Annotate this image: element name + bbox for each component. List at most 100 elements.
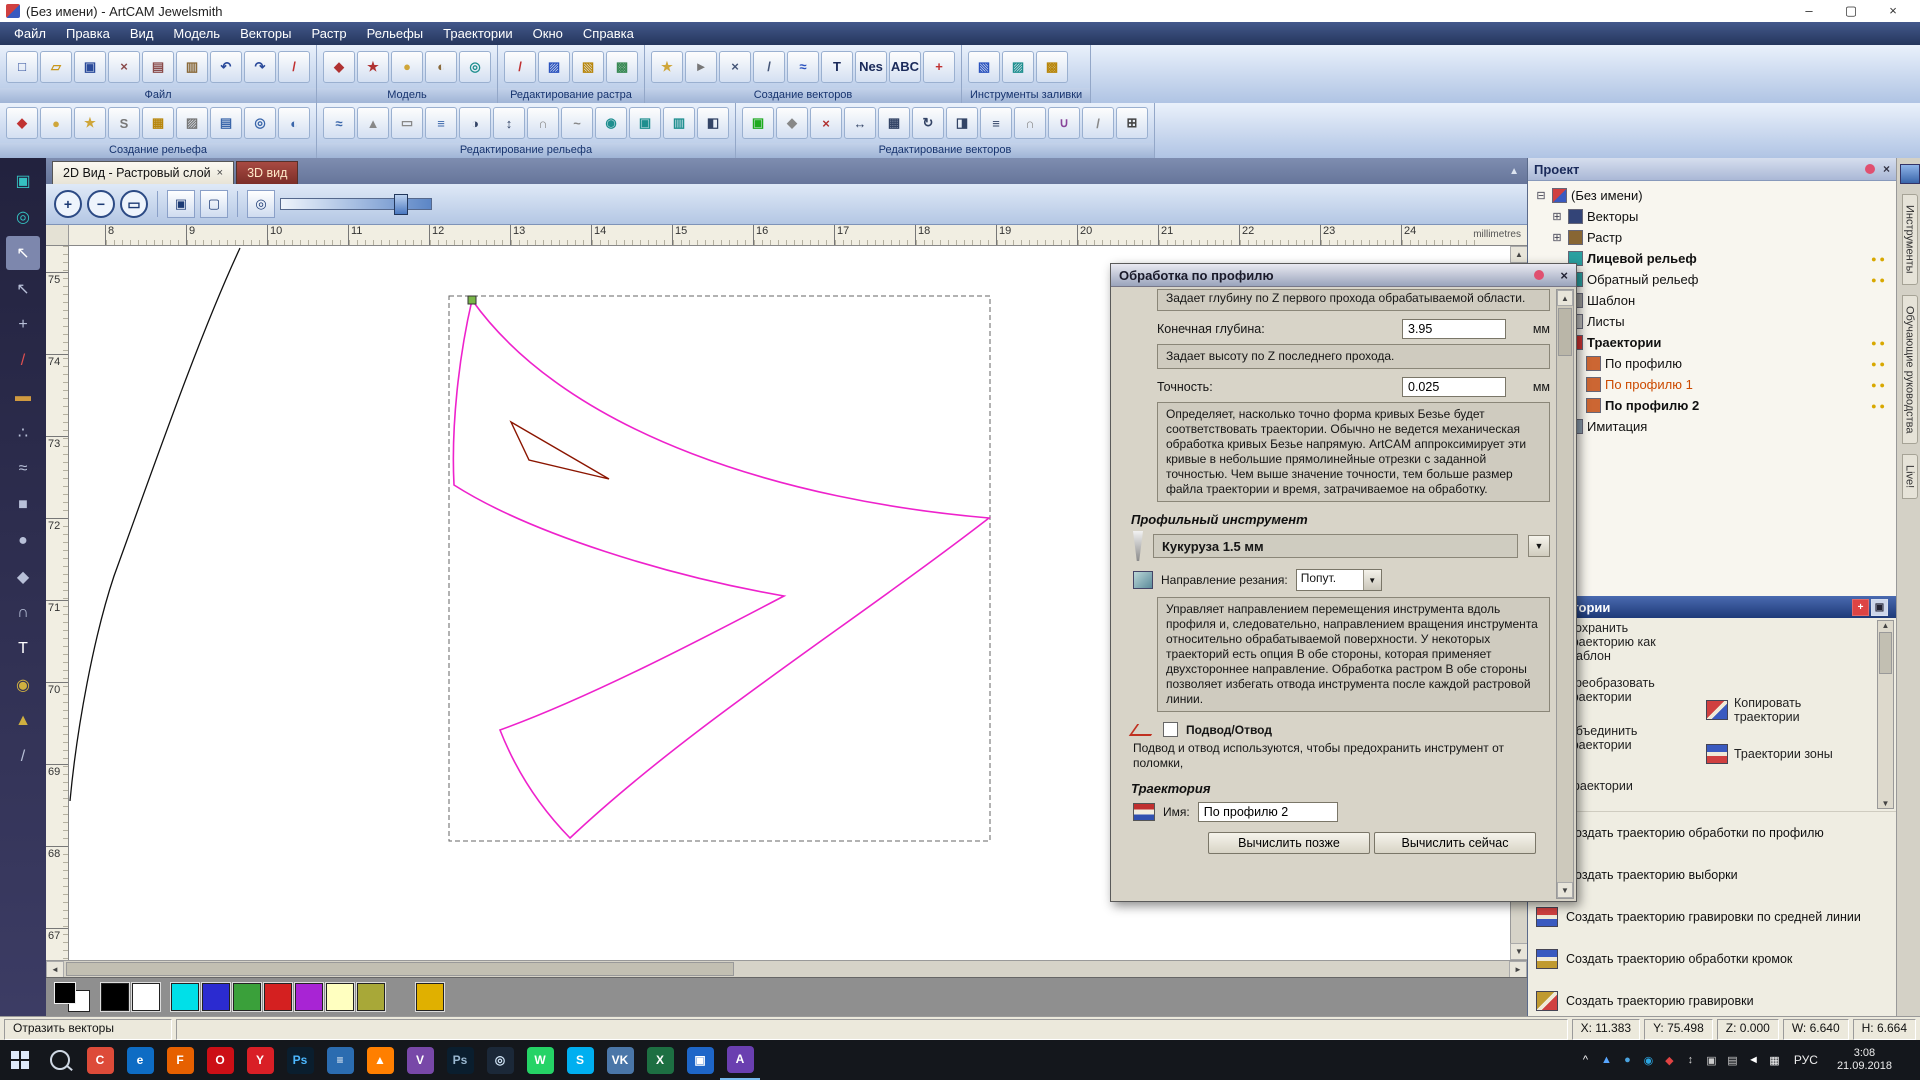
menu-item[interactable]: Векторы (230, 23, 301, 44)
toolbar-icon[interactable]: ⊞ (1116, 107, 1148, 139)
toolbar-icon[interactable]: ∩ (1014, 107, 1046, 139)
tab-2d-view[interactable]: 2D Вид - Растровый слой × (52, 161, 234, 184)
color-swatch[interactable] (101, 983, 129, 1011)
left-tool-icon[interactable]: + (6, 308, 40, 342)
tabs-pin-icon[interactable]: ▲ (1509, 166, 1519, 177)
toolbar-icon[interactable]: ↔ (844, 107, 876, 139)
toolbar-icon[interactable]: ▨ (1002, 51, 1034, 83)
tree-item[interactable]: ⊞ Растр (1528, 227, 1896, 248)
left-tool-icon[interactable]: ≈ (6, 452, 40, 486)
toolbar-icon[interactable]: ▣ (629, 107, 661, 139)
magenta-vector-shape[interactable] (453, 300, 989, 838)
color-swatch[interactable] (132, 983, 160, 1011)
toolbar-icon[interactable]: ↻ (912, 107, 944, 139)
edge-tab-tools[interactable]: Инструменты (1902, 194, 1918, 285)
left-tool-icon[interactable]: / (6, 344, 40, 378)
left-tool-icon[interactable]: ◆ (6, 560, 40, 594)
toolpath-operation-item[interactable]: Создать траекторию обработки по профилю (1528, 812, 1896, 854)
toolbar-icon[interactable]: ▤ (210, 107, 242, 139)
toolbar-icon[interactable]: ≡ (425, 107, 457, 139)
calculate-now-button[interactable]: Вычислить сейчас (1374, 832, 1536, 854)
toolbar-icon[interactable]: + (923, 51, 955, 83)
visibility-bulbs-icon[interactable]: ●● (1871, 275, 1888, 285)
final-depth-input[interactable] (1402, 319, 1506, 339)
toolpath-list-item[interactable]: Копировать траектории (1706, 688, 1856, 732)
visibility-bulbs-icon[interactable]: ●● (1871, 401, 1888, 411)
scroll-left-icon[interactable]: ◄ (46, 961, 64, 978)
toolbar-icon[interactable]: ▦ (878, 107, 910, 139)
toolbar-icon[interactable]: ● (391, 51, 423, 83)
taskbar-app[interactable]: F (160, 1040, 200, 1080)
toolbar-icon[interactable]: ◉ (595, 107, 627, 139)
pin-icon[interactable] (1534, 270, 1544, 280)
spline-curve[interactable] (70, 248, 240, 801)
visibility-bulbs-icon[interactable]: ●● (1871, 359, 1888, 369)
taskbar-app[interactable]: X (640, 1040, 680, 1080)
tree-item[interactable]: ⊞ Обратный рельеф ●● (1528, 269, 1896, 290)
taskbar-app[interactable]: VK (600, 1040, 640, 1080)
tree-item[interactable]: По профилю 2 ●● (1528, 395, 1896, 416)
toolbar-icon[interactable]: ◆ (6, 107, 38, 139)
toolpath-list-scrollbar[interactable]: ▲ ▼ (1877, 620, 1894, 809)
toolbar-icon[interactable]: ▭ (391, 107, 423, 139)
tab-close-icon[interactable]: × (217, 167, 223, 179)
taskbar-app[interactable]: ◎ (480, 1040, 520, 1080)
menu-item[interactable]: Вид (120, 23, 164, 44)
zoom-page-icon[interactable]: ▢ (200, 190, 228, 218)
toolbar-icon[interactable]: / (504, 51, 536, 83)
selection-bounds[interactable] (449, 296, 990, 841)
toolpath-operation-item[interactable]: Создать траекторию выборки (1528, 854, 1896, 896)
taskbar-app[interactable]: O (200, 1040, 240, 1080)
select-tool-button[interactable]: ▼ (1528, 535, 1550, 557)
toolbar-icon[interactable]: ≈ (323, 107, 355, 139)
tree-expander-icon[interactable]: ⊟ (1534, 189, 1548, 202)
scroll-up-icon[interactable]: ▲ (1510, 246, 1528, 263)
toolbar-icon[interactable]: ◑ (459, 107, 491, 139)
tray-icon[interactable]: ^ (1575, 1054, 1596, 1067)
visibility-bulbs-icon[interactable]: ●● (1871, 254, 1888, 264)
tray-icon[interactable]: ● (1617, 1054, 1638, 1067)
cut-direction-select[interactable]: Попут. ▼ (1296, 569, 1382, 591)
menu-item[interactable]: Модель (163, 23, 230, 44)
visibility-bulbs-icon[interactable]: ●● (1871, 338, 1888, 348)
color-swatch[interactable] (202, 983, 230, 1011)
toolbar-icon[interactable]: ≈ (787, 51, 819, 83)
taskbar-app[interactable]: V (400, 1040, 440, 1080)
tolerance-input[interactable] (1402, 377, 1506, 397)
tray-icon[interactable]: ▤ (1722, 1054, 1743, 1067)
taskbar-app[interactable]: ▣ (680, 1040, 720, 1080)
toolbar-icon[interactable]: S (108, 107, 140, 139)
taskbar-app[interactable]: Ps (280, 1040, 320, 1080)
close-button[interactable]: × (1872, 3, 1914, 19)
selected-tool-name[interactable]: Кукуруза 1.5 мм (1153, 534, 1518, 558)
left-tool-icon[interactable]: ■ (6, 488, 40, 522)
toolbar-icon[interactable]: ★ (651, 51, 683, 83)
scroll-up-icon[interactable]: ▲ (1557, 290, 1573, 306)
left-tool-icon[interactable]: ◉ (6, 668, 40, 702)
toolbar-icon[interactable]: / (753, 51, 785, 83)
toolpath-panel-icon[interactable]: ▣ (1871, 599, 1888, 616)
scroll-thumb[interactable] (1879, 632, 1892, 674)
zoom-slider-thumb[interactable] (394, 194, 408, 215)
menu-item[interactable]: Растр (301, 23, 356, 44)
taskbar-app[interactable]: C (80, 1040, 120, 1080)
left-tool-icon[interactable]: ↖ (6, 272, 40, 306)
left-tool-icon[interactable]: T (6, 632, 40, 666)
chevron-down-icon[interactable]: ▼ (1363, 570, 1381, 590)
toolbar-icon[interactable]: ↶ (210, 51, 242, 83)
toolbar-icon[interactable]: ~ (561, 107, 593, 139)
toolbar-icon[interactable]: ▧ (968, 51, 1000, 83)
color-swatch[interactable] (295, 983, 323, 1011)
primary-secondary-color-indicator[interactable] (54, 982, 90, 1012)
taskbar-app[interactable]: W (520, 1040, 560, 1080)
left-tool-icon[interactable]: ▬ (6, 380, 40, 414)
selection-handle[interactable] (468, 296, 476, 304)
calculate-later-button[interactable]: Вычислить позже (1208, 832, 1370, 854)
toolbar-icon[interactable]: ▥ (176, 51, 208, 83)
scroll-up-icon[interactable]: ▲ (1882, 621, 1890, 630)
toolbar-icon[interactable]: × (719, 51, 751, 83)
toolbar-icon[interactable]: ▣ (74, 51, 106, 83)
tab-3d-view[interactable]: 3D вид (236, 161, 298, 184)
toolbar-icon[interactable]: × (810, 107, 842, 139)
color-swatch[interactable] (416, 983, 444, 1011)
